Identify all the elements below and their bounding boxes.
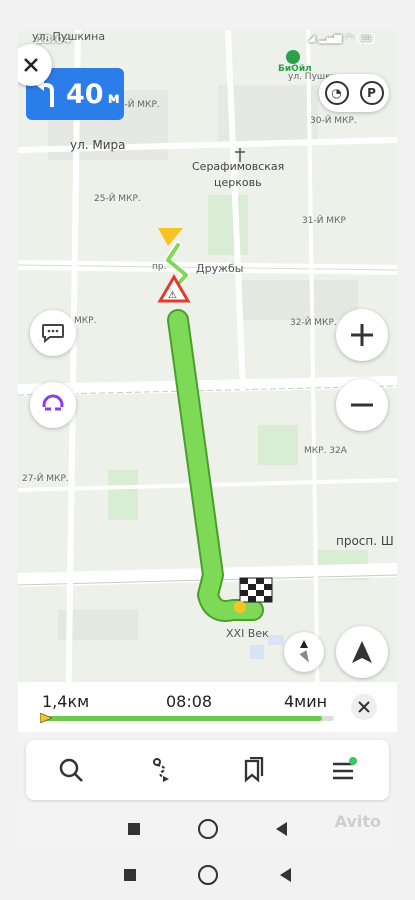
layer-controls: ◔ P	[319, 74, 389, 112]
start-marker-icon	[40, 713, 52, 723]
remaining-distance: 1,4км	[42, 692, 90, 711]
home-icon[interactable]	[198, 865, 218, 885]
bottom-panel: 1,4км 08:08 4мин Avito	[18, 682, 397, 850]
fuel-station-label: БиОйл	[278, 64, 312, 74]
maneuver-unit: м	[107, 89, 120, 107]
back-icon[interactable]	[276, 822, 287, 836]
watermark: Avito	[334, 812, 381, 831]
recent-apps-icon[interactable]	[128, 823, 140, 835]
district-label: 25-Й МКР.	[94, 194, 141, 204]
zoom-out-button[interactable]	[336, 379, 388, 431]
chat-icon	[42, 324, 64, 344]
compass-icon	[299, 640, 309, 663]
district-label: 27-Й МКР.	[22, 474, 69, 484]
district-label: 32-Й МКР.	[290, 318, 337, 328]
route-progress-bar	[40, 713, 334, 723]
street-label: ул. Пушкина	[32, 30, 106, 43]
arrival-time: 08:08	[166, 692, 213, 711]
street-label: Дружбы	[196, 262, 244, 275]
destination-label: XXI Век	[226, 627, 269, 640]
map-canvas: ⚠	[18, 30, 397, 730]
zoom-in-button[interactable]	[336, 309, 388, 361]
church-label-line1: Серафимовская	[192, 160, 285, 173]
district-label: 30-Й МКР.	[310, 116, 357, 126]
street-label: ул. Мира	[70, 138, 126, 152]
route-progress-fill	[44, 716, 323, 721]
back-icon[interactable]	[280, 868, 291, 882]
navigation-arrow-icon	[352, 641, 372, 663]
district-label: МКР. 32А	[304, 446, 347, 456]
compass-button[interactable]	[284, 632, 324, 672]
remaining-duration: 4мин	[284, 692, 328, 711]
recent-apps-icon[interactable]	[124, 869, 136, 881]
recenter-button[interactable]	[336, 626, 388, 678]
bottom-toolbar	[26, 740, 389, 800]
bookmarks-button[interactable]	[233, 750, 273, 790]
minus-icon	[351, 403, 373, 407]
traffic-icon[interactable]: ◔	[324, 81, 349, 105]
church-label-line2: церковь	[214, 176, 262, 189]
bookmarks-icon	[244, 757, 264, 783]
maneuver-distance: 40	[66, 78, 104, 110]
home-icon[interactable]	[198, 819, 218, 839]
battery-icon: 29	[356, 33, 375, 44]
alice-icon	[41, 394, 65, 417]
district-label: 31-Й МКР	[302, 216, 346, 226]
search-icon	[60, 758, 84, 782]
parking-icon[interactable]: P	[359, 81, 384, 105]
chat-button[interactable]	[30, 310, 76, 356]
system-nav-bar	[0, 850, 415, 900]
app-frame: ⚠ 18:04 ◢ ▂▄▆ ◠ 29 ул. Пушкина ул. Пушки…	[18, 30, 397, 850]
svg-text:⚠: ⚠	[168, 290, 177, 301]
plus-icon	[351, 324, 373, 346]
close-icon	[358, 701, 370, 713]
route-button[interactable]	[142, 750, 182, 790]
status-icons: ◢ ▂▄▆ ◠ 29	[308, 33, 375, 44]
street-label: просп. Ш	[336, 534, 394, 548]
end-route-button[interactable]	[351, 694, 377, 720]
street-label: пр.	[152, 262, 167, 272]
trip-summary[interactable]: 1,4км 08:08 4мин	[18, 682, 397, 732]
menu-icon	[332, 757, 357, 780]
route-icon	[153, 758, 170, 782]
search-button[interactable]	[51, 750, 91, 790]
district-label: МКР.	[74, 316, 97, 326]
menu-button[interactable]	[324, 750, 364, 790]
close-icon	[24, 58, 38, 72]
alice-button[interactable]	[30, 382, 76, 428]
map-view[interactable]: ⚠ 18:04 ◢ ▂▄▆ ◠ 29 ул. Пушкина ул. Пушки…	[18, 30, 397, 730]
